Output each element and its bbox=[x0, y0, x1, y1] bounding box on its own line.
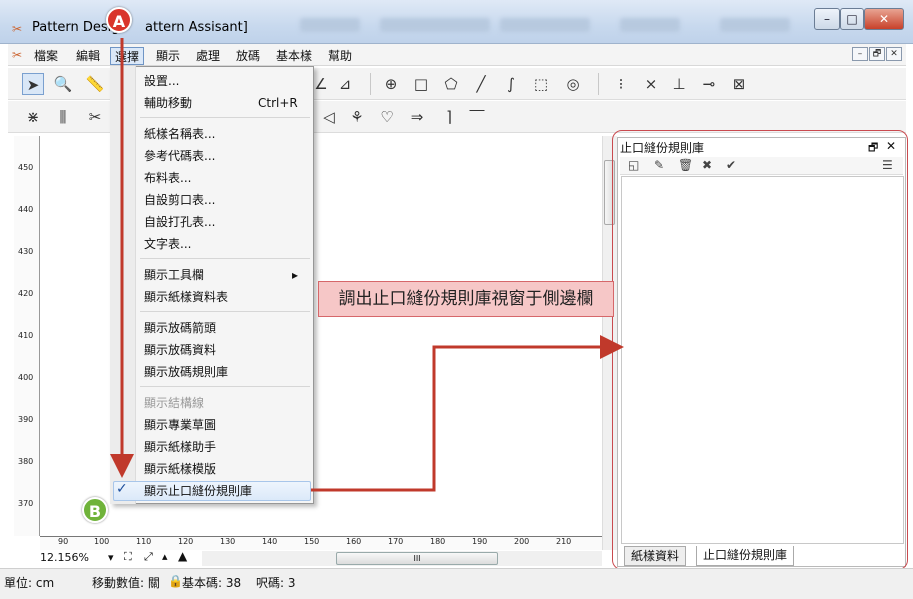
status-size-code: 呎碼: 3 bbox=[256, 576, 296, 590]
badge-b: B bbox=[82, 497, 108, 523]
lock-icon: 🔒 bbox=[168, 574, 183, 588]
badge-a: A bbox=[106, 7, 132, 33]
annotation-arrows bbox=[110, 38, 624, 492]
status-unit: 單位: cm bbox=[4, 576, 55, 590]
status-move-value: 移動數值: 關 bbox=[92, 576, 160, 590]
status-base-size: 基本碼: 38 bbox=[182, 576, 242, 590]
arrow-to-panel bbox=[311, 335, 624, 492]
